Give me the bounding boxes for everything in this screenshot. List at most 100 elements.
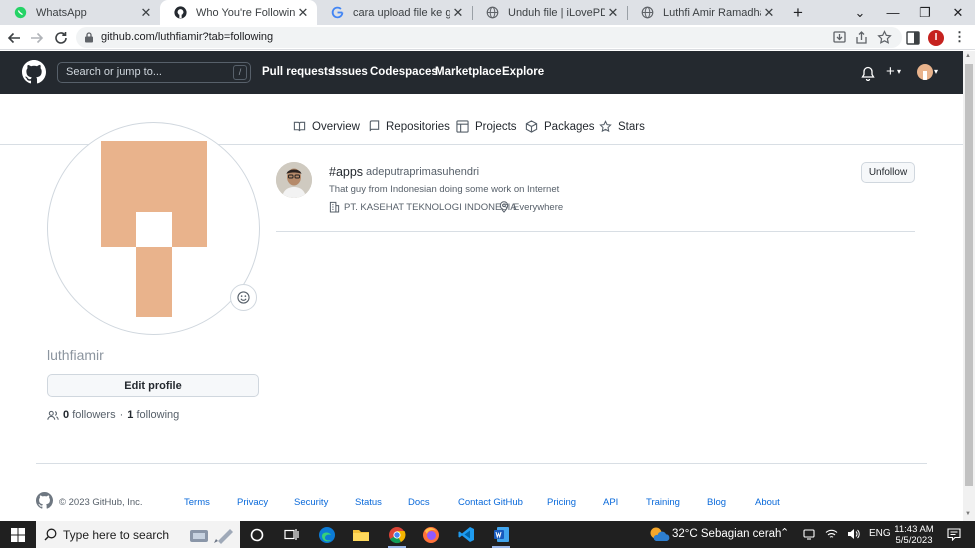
lock-icon[interactable] xyxy=(84,32,94,43)
browser-tab[interactable]: Unduh file | iLovePDF ✕ xyxy=(472,0,627,25)
cortana-button[interactable] xyxy=(240,521,274,548)
book-icon xyxy=(293,121,306,132)
close-tab-icon[interactable]: ✕ xyxy=(761,5,777,21)
following-login[interactable]: adeputraprimasuhendri xyxy=(366,166,479,178)
following-user-avatar[interactable] xyxy=(276,162,312,198)
tab-projects[interactable]: Projects xyxy=(456,120,517,133)
browser-tab-strip: WhatsApp ✕ Who You're Following ✕ cara u… xyxy=(0,0,975,25)
share-icon[interactable] xyxy=(854,30,869,45)
browser-tab[interactable]: cara upload file ke github - P ✕ xyxy=(317,0,472,25)
wifi-icon[interactable] xyxy=(825,528,838,540)
taskbar-chrome[interactable] xyxy=(380,521,414,548)
tab-label: Overview xyxy=(312,120,360,133)
scroll-up-arrow-icon[interactable]: ▲ xyxy=(965,53,971,59)
close-tab-icon[interactable]: ✕ xyxy=(605,5,621,21)
install-app-icon[interactable] xyxy=(832,30,847,45)
close-window-button[interactable]: ✕ xyxy=(941,0,975,25)
tab-label: Repositories xyxy=(386,120,450,133)
tab-overview[interactable]: Overview xyxy=(293,120,360,133)
create-new-icon[interactable]: + ▾ xyxy=(886,63,901,80)
separator-dot: · xyxy=(119,409,124,421)
weather-partly-sunny-icon[interactable] xyxy=(648,525,670,543)
footer-link-pricing[interactable]: Pricing xyxy=(547,497,576,508)
taskbar-edge[interactable] xyxy=(310,521,344,548)
github-logo-icon[interactable] xyxy=(22,60,46,84)
company-text: PT. KASEHAT TEKNOLOGI INDONESIA xyxy=(344,201,517,213)
footer-link-terms[interactable]: Terms xyxy=(184,497,210,508)
footer-link-training[interactable]: Training xyxy=(646,497,680,508)
footer-link-api[interactable]: API xyxy=(603,497,618,508)
browser-tab[interactable]: Luthfi Amir Ramadhan_2010 ✕ xyxy=(627,0,783,25)
set-status-button[interactable] xyxy=(230,284,257,311)
followers-link[interactable]: 0 followers xyxy=(63,409,116,421)
following-display-name[interactable]: #apps xyxy=(329,165,363,179)
forward-button[interactable] xyxy=(27,28,47,48)
scroll-down-arrow-icon[interactable]: ▼ xyxy=(965,511,971,517)
nav-pull-requests[interactable]: Pull requests xyxy=(262,66,334,78)
footer-link-docs[interactable]: Docs xyxy=(408,497,430,508)
close-tab-icon[interactable]: ✕ xyxy=(295,5,311,21)
tab-stars[interactable]: Stars xyxy=(599,120,645,133)
clock-time: 11:43 AM xyxy=(894,524,934,535)
taskbar-file-explorer[interactable] xyxy=(344,521,378,548)
following-link[interactable]: 1 following xyxy=(127,409,179,421)
nav-marketplace[interactable]: Marketplace xyxy=(435,66,501,78)
footer-link-about[interactable]: About xyxy=(755,497,780,508)
tab-packages[interactable]: Packages xyxy=(525,120,595,133)
profile-avatar[interactable] xyxy=(47,122,260,335)
maximize-button[interactable]: ❐ xyxy=(908,0,942,25)
scrollbar-thumb[interactable] xyxy=(965,64,973,486)
github-icon xyxy=(174,6,187,19)
tab-title: Unduh file | iLovePDF xyxy=(508,6,605,19)
github-mark-icon[interactable] xyxy=(36,492,53,509)
close-tab-icon[interactable]: ✕ xyxy=(450,5,466,21)
back-button[interactable] xyxy=(4,28,24,48)
footer-link-status[interactable]: Status xyxy=(355,497,382,508)
edit-profile-button[interactable]: Edit profile xyxy=(47,374,259,397)
task-view-button[interactable] xyxy=(274,521,308,548)
follow-stats: 0 followers · 1 following xyxy=(47,409,179,421)
bookmark-star-icon[interactable] xyxy=(877,30,892,45)
firefox-icon xyxy=(423,526,439,543)
browser-tab[interactable]: WhatsApp ✕ xyxy=(0,0,160,25)
tab-title: cara upload file ke github - P xyxy=(353,6,450,19)
tab-search-icon[interactable]: ⌄ xyxy=(843,0,877,25)
taskbar-firefox[interactable] xyxy=(414,521,448,548)
footer-link-security[interactable]: Security xyxy=(294,497,328,508)
chrome-menu-icon[interactable]: ⋮ xyxy=(953,29,966,45)
taskbar-vscode[interactable] xyxy=(449,521,483,548)
input-language[interactable]: ENG xyxy=(869,528,891,539)
browser-tab-active[interactable]: Who You're Following ✕ xyxy=(160,0,317,25)
nav-codespaces[interactable]: Codespaces xyxy=(370,66,438,78)
tab-repositories[interactable]: Repositories xyxy=(368,120,450,133)
side-panel-icon[interactable] xyxy=(906,31,920,45)
caret-down-icon: ▾ xyxy=(934,67,939,76)
unfollow-button[interactable]: Unfollow xyxy=(861,162,915,183)
tab-label: Stars xyxy=(618,120,645,133)
minimize-button[interactable]: — xyxy=(876,0,910,25)
weather-text[interactable]: 32°C Sebagian cerah xyxy=(672,528,781,540)
footer-link-blog[interactable]: Blog xyxy=(707,497,726,508)
taskbar-word[interactable] xyxy=(484,521,518,548)
bell-icon[interactable] xyxy=(861,66,875,81)
globe-icon xyxy=(641,6,654,19)
taskbar-search-box[interactable]: Type here to search xyxy=(36,521,240,548)
address-bar[interactable]: github.com/luthfiamir?tab=following xyxy=(76,27,902,48)
close-tab-icon[interactable]: ✕ xyxy=(138,5,154,21)
meet-now-icon[interactable] xyxy=(803,528,815,541)
tab-label: Packages xyxy=(544,120,595,133)
footer-link-contact[interactable]: Contact GitHub xyxy=(458,497,523,508)
footer-link-privacy[interactable]: Privacy xyxy=(237,497,268,508)
nav-issues[interactable]: Issues xyxy=(332,66,368,78)
volume-icon[interactable] xyxy=(847,528,860,540)
new-tab-button[interactable]: + xyxy=(788,3,808,23)
nav-explore[interactable]: Explore xyxy=(502,66,544,78)
global-search-input[interactable]: Search or jump to... / xyxy=(57,62,251,83)
chrome-profile-avatar[interactable]: I xyxy=(928,30,944,46)
notification-center-icon[interactable] xyxy=(947,528,961,541)
user-avatar-menu[interactable] xyxy=(917,64,933,80)
start-button[interactable] xyxy=(0,521,36,548)
tray-overflow-chevron-icon[interactable]: ⌃ xyxy=(780,526,789,539)
system-clock[interactable]: 11:43 AM 5/5/2023 xyxy=(893,524,935,546)
reload-button[interactable] xyxy=(51,28,71,48)
